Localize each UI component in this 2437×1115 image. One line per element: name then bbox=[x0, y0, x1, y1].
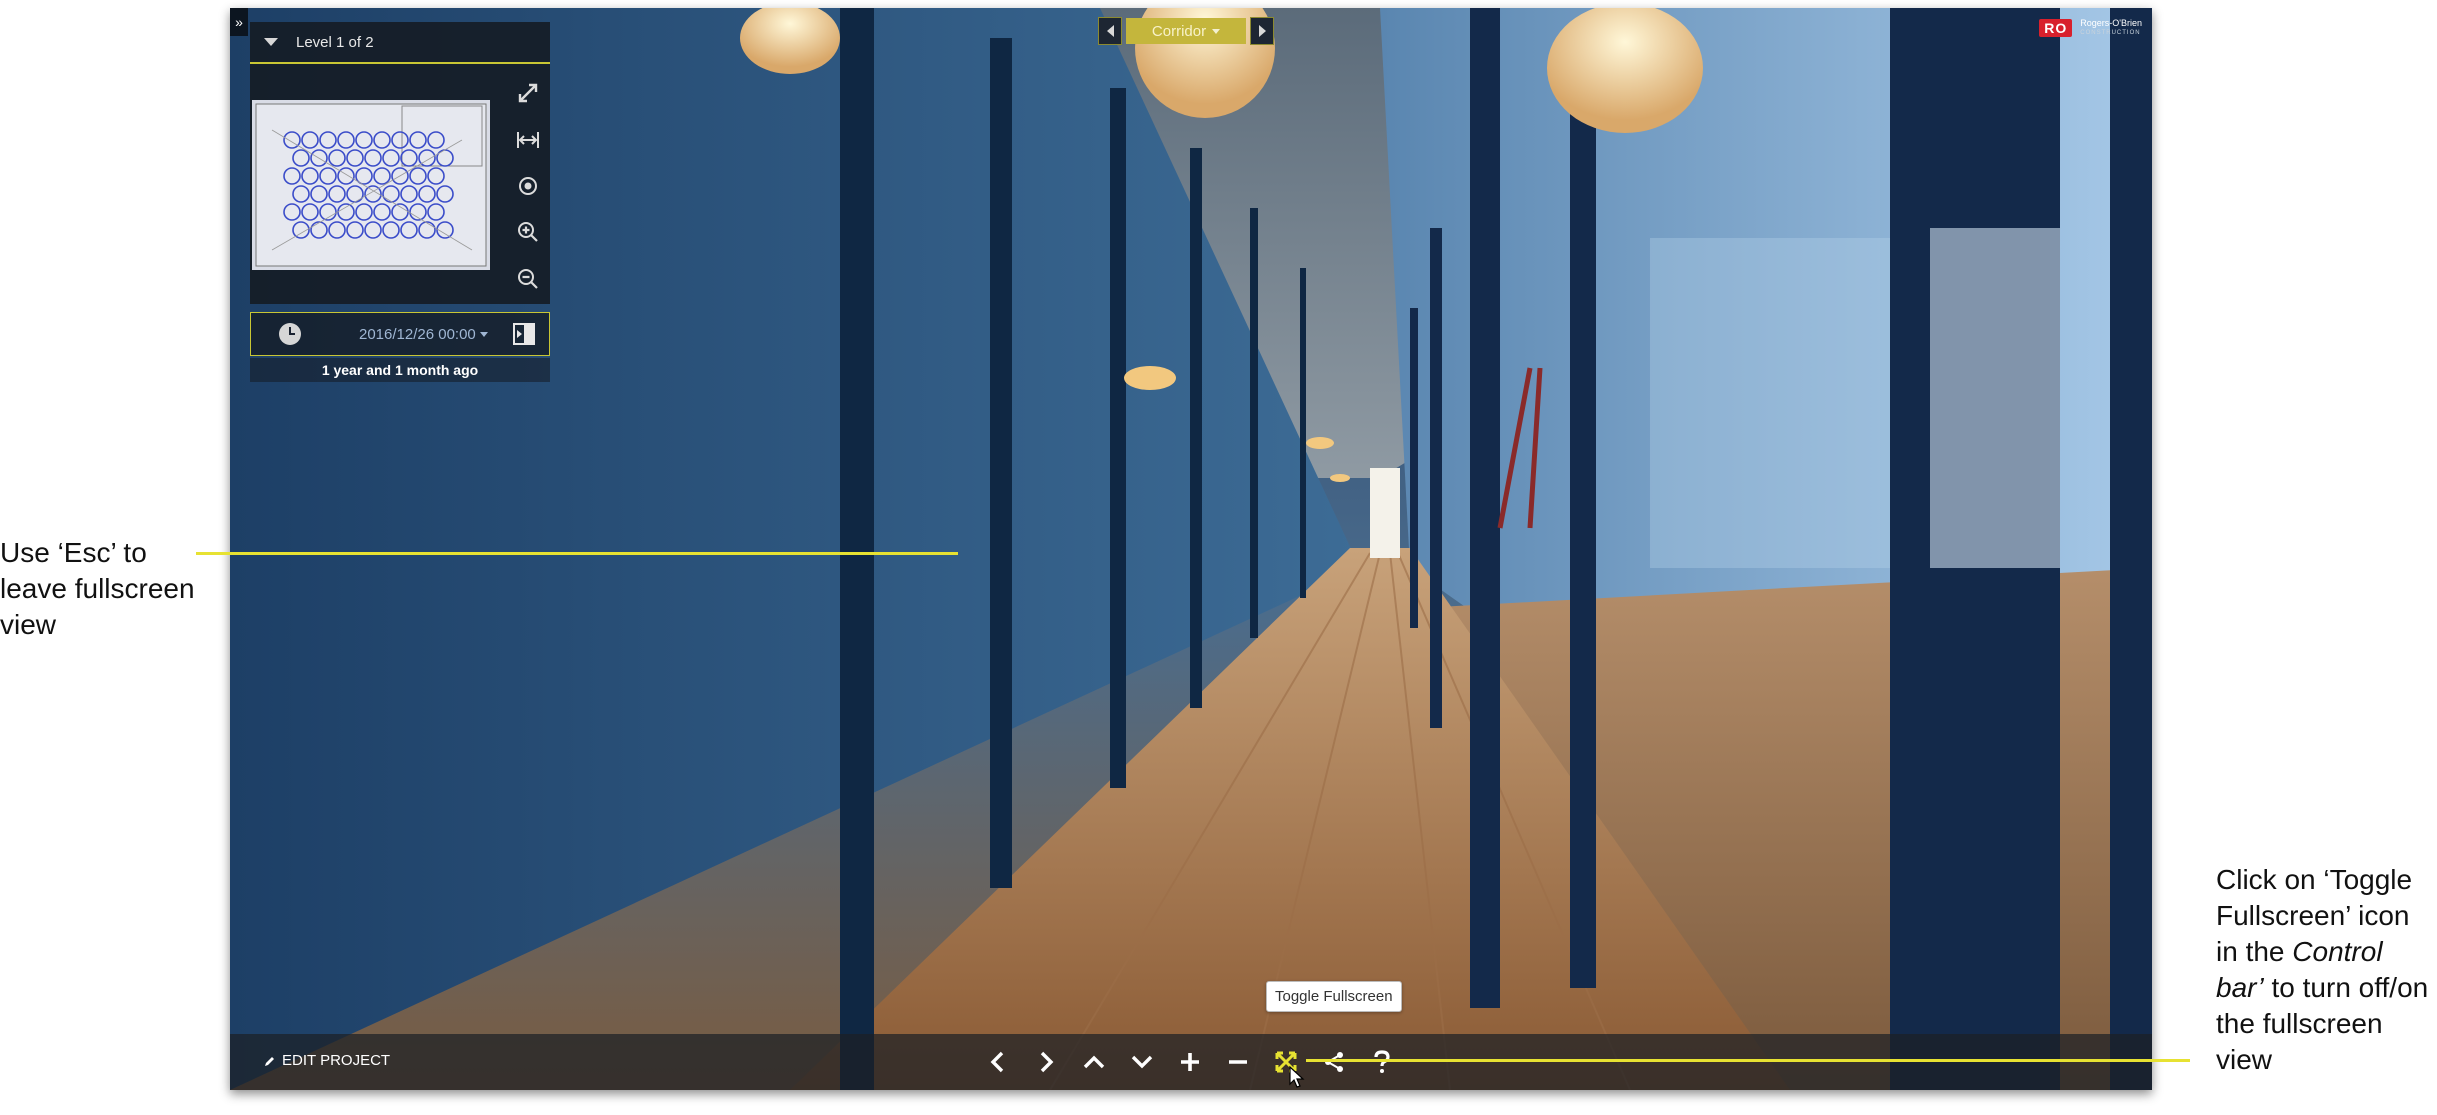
fullscreen-tooltip: Toggle Fullscreen bbox=[1266, 981, 1402, 1012]
pencil-icon bbox=[265, 1056, 274, 1066]
annotation-line-right bbox=[1306, 1059, 2190, 1062]
brand-mark: RO bbox=[2039, 19, 2073, 37]
date-value: 2016/12/26 00:00 bbox=[359, 325, 476, 343]
brand-logo: RO Rogers-O'Brien CONSTRUCTION bbox=[2039, 18, 2142, 38]
up-icon[interactable] bbox=[1078, 1046, 1110, 1078]
expand-icon[interactable] bbox=[513, 78, 543, 108]
down-icon[interactable] bbox=[1126, 1046, 1158, 1078]
floor-plan-thumbnail[interactable] bbox=[252, 100, 490, 270]
share-icon[interactable] bbox=[1318, 1046, 1350, 1078]
compare-icon[interactable] bbox=[513, 322, 535, 346]
edit-project-label: EDIT PROJECT bbox=[282, 1052, 391, 1069]
navigation-controls bbox=[982, 1046, 1398, 1078]
annotation-line-left bbox=[196, 552, 958, 555]
previous-location-button[interactable] bbox=[1098, 17, 1122, 45]
annotation-esc: Use ‘Esc’ to leave fullscreen view bbox=[0, 537, 195, 640]
level-selector[interactable]: Level 1 of 2 bbox=[250, 22, 550, 64]
zoom-out-icon[interactable] bbox=[1222, 1046, 1254, 1078]
fit-width-icon[interactable] bbox=[513, 125, 543, 155]
zoom-in-icon[interactable] bbox=[1174, 1046, 1206, 1078]
brand-name: Rogers-O'Brien CONSTRUCTION bbox=[2080, 18, 2142, 38]
sidebar-toggle-button[interactable]: » bbox=[230, 8, 248, 36]
next-location-button[interactable] bbox=[1250, 17, 1274, 45]
relative-time-label: 1 year and 1 month ago bbox=[250, 358, 550, 382]
control-bar: EDIT PROJECT bbox=[230, 1034, 2152, 1090]
date-selector-panel: 2016/12/26 00:00 bbox=[250, 312, 550, 356]
annotation-toggle-fullscreen: Click on ‘Toggle Fullscreen’ icon in the… bbox=[2216, 862, 2437, 1078]
brand-name-text: Rogers-O'Brien bbox=[2080, 18, 2142, 28]
panorama-viewer[interactable]: » Level 1 of 2 2016/12/26 00:00 1 year a… bbox=[230, 8, 2152, 1090]
date-dropdown[interactable]: 2016/12/26 00:00 bbox=[359, 326, 488, 343]
clock-icon bbox=[279, 323, 301, 345]
next-icon[interactable] bbox=[1030, 1046, 1062, 1078]
zoom-out-icon[interactable] bbox=[513, 264, 543, 294]
edit-project-button[interactable]: EDIT PROJECT bbox=[264, 1052, 390, 1069]
location-dropdown[interactable]: Corridor bbox=[1126, 18, 1246, 44]
location-label: Corridor bbox=[1151, 22, 1207, 40]
cursor-icon bbox=[1289, 1066, 1305, 1088]
locate-icon[interactable] bbox=[513, 171, 543, 201]
location-selector: Corridor bbox=[1098, 17, 1274, 45]
map-toolbar bbox=[506, 70, 550, 302]
floor-plan-panel: Level 1 of 2 bbox=[250, 22, 550, 304]
zoom-in-icon[interactable] bbox=[513, 217, 543, 247]
brand-tagline: CONSTRUCTION bbox=[2080, 30, 2141, 36]
caret-down-icon[interactable] bbox=[264, 38, 278, 46]
level-label: Level 1 of 2 bbox=[296, 33, 374, 51]
help-icon[interactable] bbox=[1366, 1046, 1398, 1078]
caret-down-icon bbox=[479, 332, 488, 338]
prev-icon[interactable] bbox=[982, 1046, 1014, 1078]
caret-down-icon bbox=[1212, 28, 1221, 34]
